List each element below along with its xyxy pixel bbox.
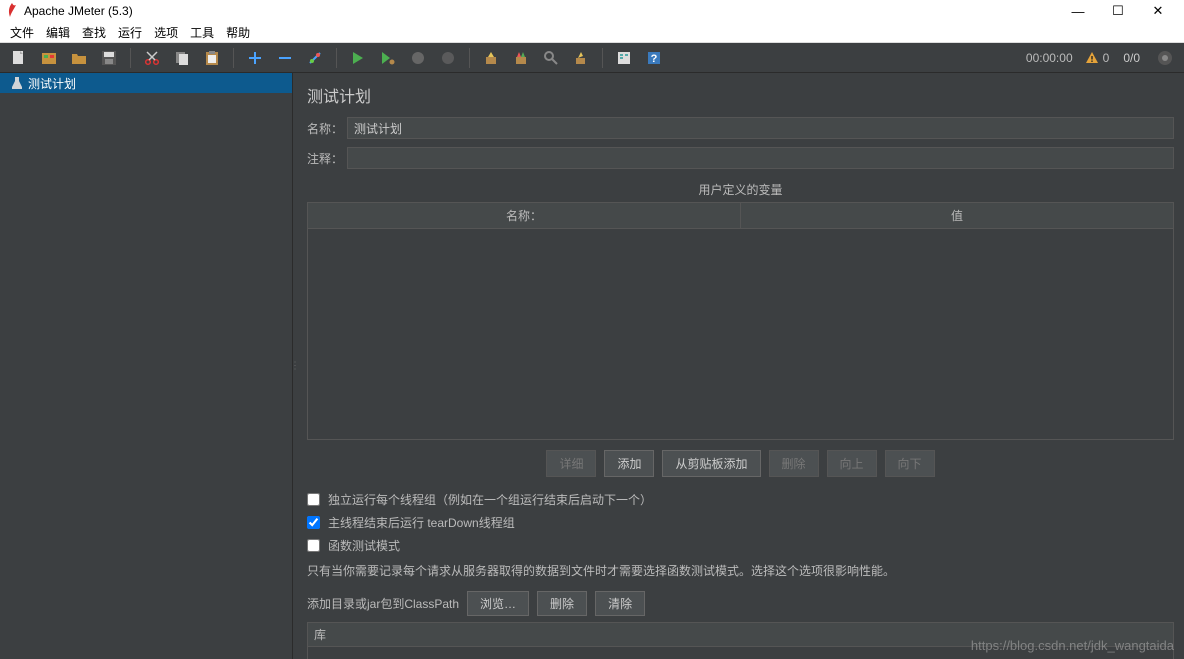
down-button[interactable]: 向下 <box>885 450 935 477</box>
start-no-pause-icon[interactable] <box>377 47 399 69</box>
functional-note: 只有当你需要记录每个请求从服务器取得的数据到文件时才需要选择函数测试模式。选择这… <box>307 562 1174 579</box>
up-button[interactable]: 向上 <box>827 450 877 477</box>
start-icon[interactable] <box>347 47 369 69</box>
stop-icon[interactable] <box>407 47 429 69</box>
function-helper-icon[interactable] <box>613 47 635 69</box>
svg-text:?: ? <box>651 53 658 65</box>
cut-icon[interactable] <box>141 47 163 69</box>
name-label: 名称： <box>307 120 347 137</box>
close-button[interactable]: ✕ <box>1138 0 1178 22</box>
threads-ratio: 0/0 <box>1123 51 1140 65</box>
expand-icon[interactable] <box>244 47 266 69</box>
shutdown-icon[interactable] <box>437 47 459 69</box>
open-icon[interactable] <box>68 47 90 69</box>
main-panel: 测试计划 名称： 注释： 用户定义的变量 名称： 值 详细 添加 从剪贴板添加 … <box>293 73 1184 659</box>
functional-checkbox[interactable] <box>307 539 320 552</box>
copy-icon[interactable] <box>171 47 193 69</box>
menu-options[interactable]: 选项 <box>148 22 184 43</box>
vars-col-name: 名称： <box>308 203 741 228</box>
clear-all-icon[interactable] <box>510 47 532 69</box>
menu-edit[interactable]: 编辑 <box>40 22 76 43</box>
clear-icon[interactable] <box>480 47 502 69</box>
warning-icon <box>1085 51 1099 65</box>
teardown-label: 主线程结束后运行 tearDown线程组 <box>328 514 515 531</box>
warning-indicator[interactable]: 0 <box>1085 51 1110 65</box>
vars-table[interactable]: 名称： 值 <box>307 202 1174 440</box>
panel-heading: 测试计划 <box>307 83 1174 107</box>
tree-root-test-plan[interactable]: 测试计划 <box>0 73 292 93</box>
paste-icon[interactable] <box>201 47 223 69</box>
menu-file[interactable]: 文件 <box>4 22 40 43</box>
collapse-icon[interactable] <box>274 47 296 69</box>
menu-tools[interactable]: 工具 <box>184 22 220 43</box>
functional-label: 函数测试模式 <box>328 537 400 554</box>
comment-label: 注释： <box>307 150 347 167</box>
menubar: 文件 编辑 查找 运行 选项 工具 帮助 <box>0 22 1184 43</box>
teardown-checkbox[interactable] <box>307 516 320 529</box>
search-icon[interactable] <box>540 47 562 69</box>
vars-title: 用户定义的变量 <box>307 181 1174 198</box>
classpath-browse-button[interactable]: 浏览… <box>467 591 529 616</box>
splitter-handle[interactable]: ⋮ <box>290 361 299 372</box>
menu-run[interactable]: 运行 <box>112 22 148 43</box>
add-button[interactable]: 添加 <box>604 450 654 477</box>
detail-button[interactable]: 详细 <box>546 450 596 477</box>
tree-panel[interactable]: 测试计划 <box>0 73 293 659</box>
save-icon[interactable] <box>98 47 120 69</box>
toolbar: ? 00:00:00 0 0/0 <box>0 43 1184 73</box>
vars-col-value: 值 <box>741 203 1173 228</box>
minimize-button[interactable]: — <box>1058 0 1098 22</box>
new-icon[interactable] <box>8 47 30 69</box>
menu-search[interactable]: 查找 <box>76 22 112 43</box>
paste-button[interactable]: 从剪贴板添加 <box>662 450 760 477</box>
toggle-icon[interactable] <box>304 47 326 69</box>
classpath-delete-button[interactable]: 删除 <box>537 591 587 616</box>
elapsed-timer: 00:00:00 <box>1026 51 1073 65</box>
templates-icon[interactable] <box>38 47 60 69</box>
content-area: 测试计划 ⋮ 测试计划 名称： 注释： 用户定义的变量 名称： 值 详细 添加 … <box>0 73 1184 659</box>
window-title: Apache JMeter (5.3) <box>24 4 1058 18</box>
app-icon <box>6 3 18 19</box>
flask-icon <box>12 77 22 89</box>
name-input[interactable] <box>347 117 1174 139</box>
serial-checkbox[interactable] <box>307 493 320 506</box>
watermark: https://blog.csdn.net/jdk_wangtaida <box>971 638 1174 653</box>
classpath-clear-button[interactable]: 清除 <box>595 591 645 616</box>
serial-label: 独立运行每个线程组（例如在一个组运行结束后启动下一个） <box>328 491 652 508</box>
menu-help[interactable]: 帮助 <box>220 22 256 43</box>
titlebar: Apache JMeter (5.3) — ☐ ✕ <box>0 0 1184 22</box>
delete-button[interactable]: 删除 <box>769 450 819 477</box>
threads-indicator-icon <box>1154 47 1176 69</box>
reset-search-icon[interactable] <box>570 47 592 69</box>
warning-count: 0 <box>1103 51 1110 65</box>
help-icon[interactable]: ? <box>643 47 665 69</box>
tree-root-label: 测试计划 <box>28 75 76 92</box>
maximize-button[interactable]: ☐ <box>1098 0 1138 22</box>
vars-body[interactable] <box>308 229 1173 439</box>
comment-input[interactable] <box>347 147 1174 169</box>
classpath-label: 添加目录或jar包到ClassPath <box>307 595 459 612</box>
